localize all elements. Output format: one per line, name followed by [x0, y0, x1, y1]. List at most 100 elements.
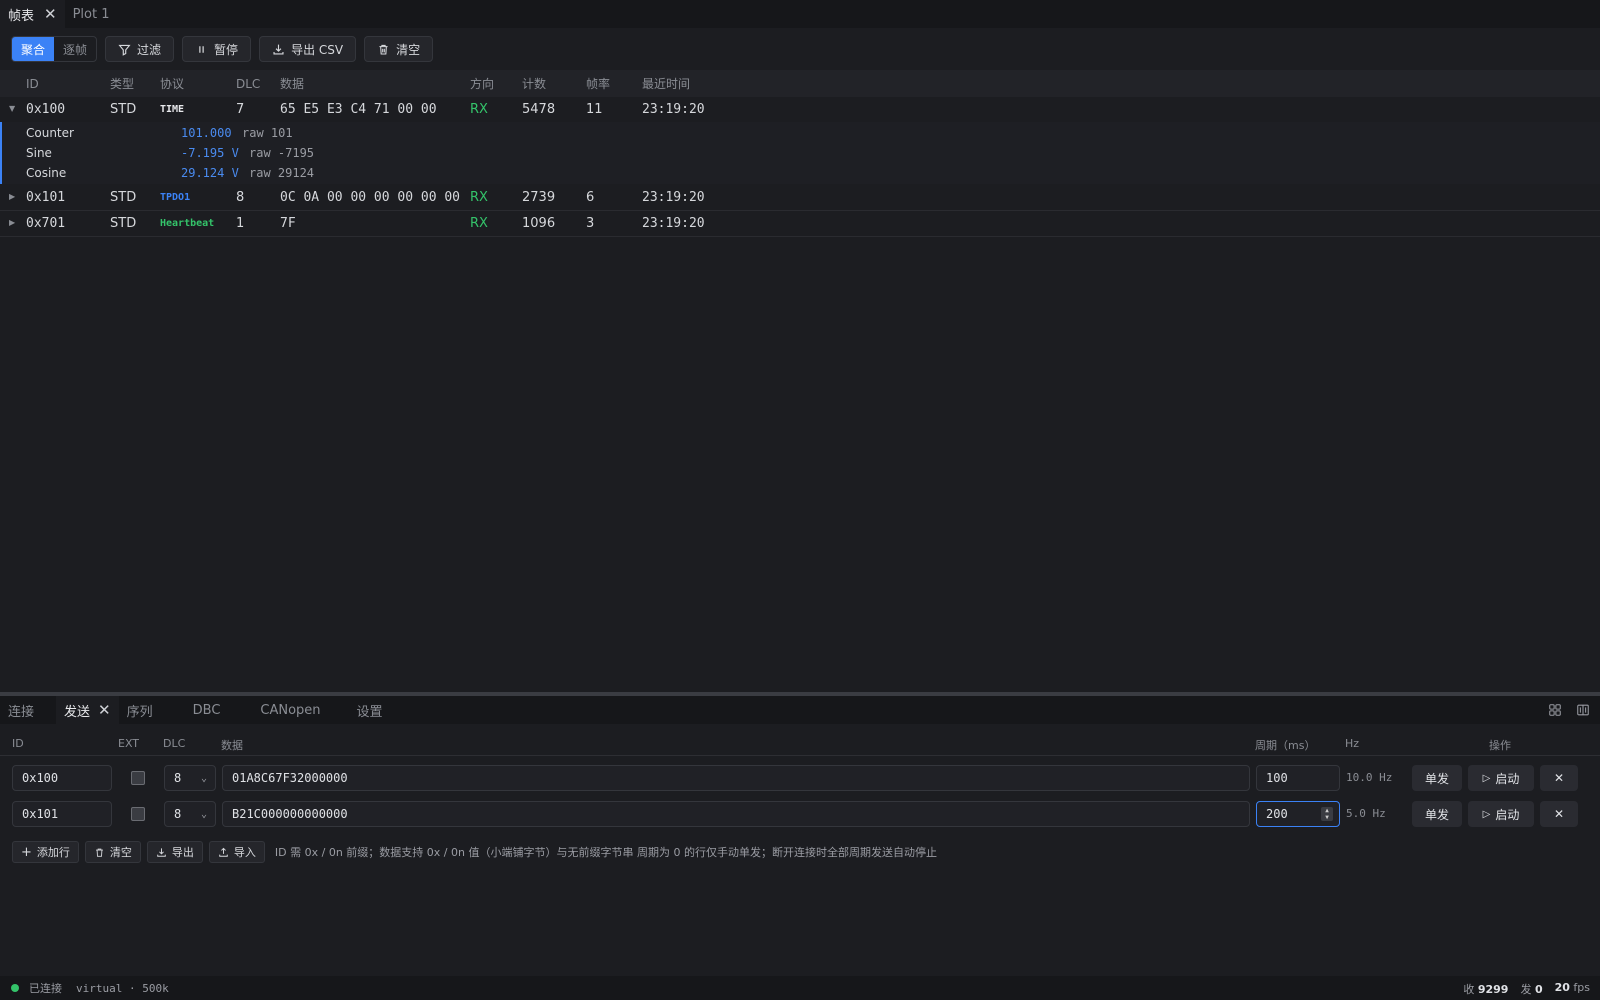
bottom-panel-tabs: 连接 发送 ✕ 序列 DBC CANopen 设置: [0, 696, 1600, 724]
signal-value: 29.124 V: [181, 166, 239, 180]
signal-row: Sine -7.195 V raw -7195: [26, 143, 1526, 163]
tab-plot-1[interactable]: Plot 1: [65, 0, 118, 28]
tab-settings[interactable]: 设置: [349, 696, 391, 724]
send-header-period: 周期（ms）: [1255, 739, 1316, 752]
frame-type: STD: [110, 190, 137, 205]
status-counters: 收 9299 发 0 20 fps: [1463, 981, 1590, 997]
dlc-select[interactable]: 8 ⌄: [164, 801, 216, 827]
add-row-label: 添加行: [36, 846, 70, 859]
header-count[interactable]: 计数: [522, 75, 546, 92]
ext-checkbox[interactable]: [131, 771, 145, 785]
split-view-icon[interactable]: [1576, 703, 1590, 717]
signal-row: Counter 101.000 raw 101: [26, 123, 1526, 143]
send-data-input[interactable]: B21C000000000000: [222, 801, 1250, 827]
frame-direction: RX: [470, 216, 488, 231]
table-row[interactable]: ▶ 0x101 STD TPDO1 8 0C 0A 00 00 00 00 00…: [0, 185, 1600, 211]
tab-frame-table-label: 帧表: [8, 8, 35, 24]
period-input[interactable]: 100: [1256, 765, 1340, 791]
dlc-value: 8: [174, 771, 182, 785]
signal-name: Cosine: [26, 166, 67, 180]
send-once-button[interactable]: 单发: [1412, 801, 1462, 827]
delete-row-button[interactable]: ✕: [1540, 801, 1578, 827]
frame-rate: 3: [586, 216, 595, 231]
filter-button[interactable]: 过滤: [105, 36, 175, 62]
dlc-value: 8: [174, 807, 182, 821]
filter-icon: [118, 44, 131, 56]
per-frame-mode-button[interactable]: 逐帧: [54, 37, 96, 61]
frame-data: 0C 0A 00 00 00 00 00 00: [280, 190, 461, 205]
export-button[interactable]: 导出: [146, 841, 203, 863]
header-protocol[interactable]: 协议: [160, 75, 184, 92]
spinner-arrows-icon[interactable]: ▲ ▼: [1321, 807, 1333, 821]
tab-frame-table[interactable]: 帧表 ✕: [0, 0, 65, 28]
tab-send[interactable]: 发送 ✕: [56, 696, 119, 724]
ext-checkbox[interactable]: [131, 807, 145, 821]
start-periodic-button[interactable]: ▷ 启动: [1468, 765, 1534, 791]
send-id-input[interactable]: 0x101: [12, 801, 112, 827]
rx-counter: 收 9299: [1463, 981, 1508, 997]
expand-down-icon[interactable]: ▼: [9, 104, 15, 113]
tab-canopen[interactable]: CANopen: [252, 696, 328, 724]
header-dlc[interactable]: DLC: [236, 77, 260, 91]
frame-dlc: 8: [236, 190, 245, 205]
frame-dlc: 7: [236, 102, 245, 117]
header-data[interactable]: 数据: [280, 75, 304, 92]
download-icon: [273, 44, 284, 55]
header-rate[interactable]: 帧率: [586, 75, 610, 92]
frame-id: 0x701: [26, 216, 66, 231]
send-header-data: 数据: [221, 739, 243, 752]
header-last-time[interactable]: 最近时间: [642, 75, 690, 92]
import-button[interactable]: 导入: [208, 841, 265, 863]
clear-rows-button[interactable]: 清空: [84, 841, 141, 863]
fps-label: fps: [1573, 981, 1590, 994]
send-id-input[interactable]: 0x100: [12, 765, 112, 791]
send-header-hz: Hz: [1345, 737, 1360, 750]
close-icon[interactable]: ✕: [44, 5, 57, 23]
rx-value: 9299: [1477, 983, 1509, 996]
send-data-input[interactable]: 01A8C67F32000000: [222, 765, 1250, 791]
frame-data: 7F: [280, 216, 296, 231]
frame-count: 1096: [522, 216, 556, 231]
signal-raw: raw -7195: [249, 146, 315, 160]
tx-value: 0: [1534, 983, 1543, 996]
export-csv-button[interactable]: 导出 CSV: [259, 36, 357, 62]
table-row[interactable]: ▶ 0x701 STD Heartbeat 1 7F RX 1096 3 23:…: [0, 211, 1600, 237]
frame-last-time: 23:19:20: [642, 102, 705, 117]
view-mode-toggle: 聚合 逐帧: [11, 36, 98, 62]
tx-counter: 发 0: [1520, 981, 1542, 997]
expand-right-icon[interactable]: ▶: [9, 218, 15, 227]
tab-connection[interactable]: 连接: [0, 696, 42, 724]
tab-dbc[interactable]: DBC: [185, 696, 229, 724]
export-csv-label: 导出 CSV: [291, 42, 344, 57]
trash-icon: [379, 44, 388, 54]
expand-right-icon[interactable]: ▶: [9, 192, 15, 201]
start-periodic-button[interactable]: ▷ 启动: [1468, 801, 1534, 827]
header-type[interactable]: 类型: [110, 75, 134, 92]
frame-data: 65 E5 E3 C4 71 00 00: [280, 102, 437, 117]
frame-direction: RX: [470, 190, 488, 205]
export-label: 导出: [171, 846, 194, 859]
plus-icon: +: [21, 844, 32, 860]
signal-raw: raw 101: [242, 126, 293, 140]
signal-value: -7.195 V: [181, 146, 239, 160]
grid-layout-icon[interactable]: [1548, 703, 1562, 717]
add-row-button[interactable]: + 添加行: [12, 841, 79, 863]
send-header-dlc: DLC: [163, 737, 186, 750]
clear-button[interactable]: 清空: [364, 36, 434, 62]
header-direction[interactable]: 方向: [470, 75, 494, 92]
upload-icon: [219, 847, 228, 857]
send-footer: + 添加行 清空 导出 导入 ID 需 0x / 0n 前缀；数据支持 0x /…: [12, 841, 937, 863]
send-header-actions: 操作: [1489, 739, 1511, 752]
header-id[interactable]: ID: [26, 77, 39, 91]
dlc-select[interactable]: 8 ⌄: [164, 765, 216, 791]
tab-sequence[interactable]: 序列: [119, 696, 161, 724]
period-input[interactable]: 200 ▲ ▼: [1256, 801, 1340, 827]
play-icon: ▷: [1482, 772, 1491, 784]
table-row[interactable]: ▼ 0x100 STD TIME 7 65 E5 E3 C4 71 00 00 …: [0, 97, 1600, 123]
aggregate-mode-button[interactable]: 聚合: [12, 37, 55, 61]
delete-row-button[interactable]: ✕: [1540, 765, 1578, 791]
trash-icon: [95, 848, 103, 857]
send-once-button[interactable]: 单发: [1412, 765, 1462, 791]
pause-button[interactable]: 暂停: [182, 36, 252, 62]
close-icon[interactable]: ✕: [98, 701, 111, 719]
